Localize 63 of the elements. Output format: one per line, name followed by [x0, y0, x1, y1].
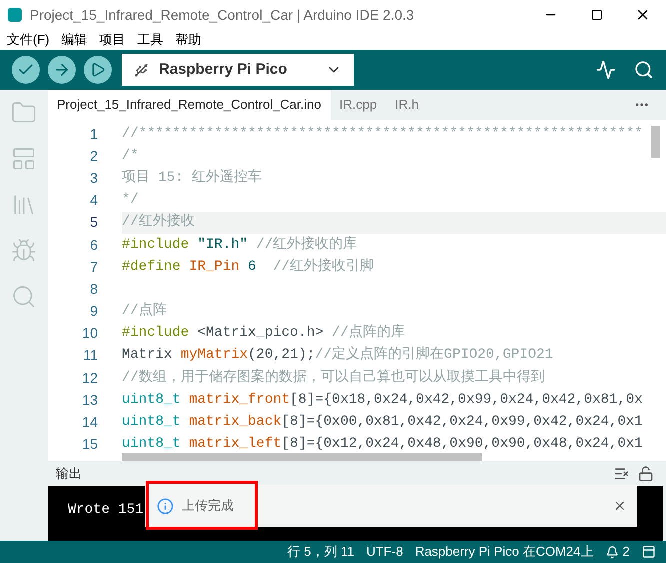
code-line: /*	[122, 146, 139, 166]
file-tab[interactable]: IR.cpp	[330, 90, 386, 120]
arrow-right-icon	[53, 61, 71, 79]
menu-item[interactable]: 文件(F)	[7, 30, 50, 50]
code-line: */	[122, 191, 139, 210]
line-number: 15	[81, 435, 98, 454]
code-line: //点阵	[122, 302, 167, 322]
menu-item[interactable]: 编辑	[62, 30, 88, 50]
code-line: //数组，用于储存图案的数据，可以自己算也可以从取摸工具中得到	[122, 368, 545, 388]
line-number: 3	[89, 168, 98, 188]
output-line: Wrote 151	[68, 501, 144, 520]
board-connection: Raspberry Pi Pico 在COM24上	[415, 543, 594, 562]
line-number: 10	[81, 324, 98, 344]
upload-button[interactable]	[48, 56, 76, 84]
panel-icon[interactable]	[642, 545, 656, 559]
code-line: Matrix myMatrix(20,21);//定义点阵的引脚在GPIO20,GPIO21	[122, 345, 554, 366]
code-line: #include "IR.h" //红外接收的库	[122, 235, 358, 255]
encoding: UTF-8	[366, 543, 404, 562]
line-number: 6	[89, 236, 98, 255]
line-number: 9	[89, 302, 98, 322]
line-number: 14	[81, 413, 98, 432]
file-tab[interactable]: Project_15_Infrared_Remote_Control_Car.ino	[48, 90, 330, 120]
app-logo-icon	[8, 8, 22, 22]
notification-message: 上传完成	[182, 497, 234, 516]
clear-output-icon[interactable]	[614, 466, 630, 482]
window-title: Project_15_Infrared_Remote_Control_Car | Arduino IDE 2.0.3	[30, 6, 414, 25]
line-number: 8	[89, 280, 98, 299]
code-line: #include <Matrix_pico.h> //点阵的库	[122, 323, 405, 344]
close-notification-button[interactable]	[613, 499, 627, 513]
lock-icon[interactable]	[638, 466, 654, 482]
serial-plotter-button[interactable]	[596, 60, 616, 80]
line-number: 11	[82, 346, 98, 366]
line-number: 1	[89, 124, 98, 144]
menu-item[interactable]: 工具	[138, 30, 164, 50]
code-line: #define IR_Pin 6 //红外接收引脚	[122, 257, 374, 277]
debug-button[interactable]	[84, 56, 112, 84]
serial-monitor-button[interactable]	[634, 60, 654, 80]
code-line: uint8_t matrix_left[8]={0x12,0x24,0x48,0x90,0x90,0x48,0x24,0x1	[122, 435, 643, 454]
line-number: 5	[89, 213, 98, 232]
notification-count: 2	[622, 543, 630, 562]
info-icon	[157, 498, 174, 514]
bell-icon[interactable]	[606, 546, 619, 558]
code-line: //************************************************************	[122, 124, 643, 144]
usb-icon	[134, 62, 149, 78]
code-line: //红外接收	[122, 212, 195, 232]
vertical-scrollbar	[651, 126, 660, 158]
code-line: uint8_t matrix_back[8]={0x00,0x81,0x42,0x24,0x99,0x42,0x24,0x1	[122, 413, 643, 432]
line-number: 2	[89, 146, 98, 166]
line-number: 13	[81, 390, 98, 410]
line-number: 12	[81, 368, 98, 388]
play-icon	[90, 62, 106, 78]
code-line: uint8_t matrix_front[8]={0x18,0x24,0x42,0x99,0x24,0x42,0x81,0x	[122, 390, 643, 410]
file-tab[interactable]: IR.h	[386, 90, 428, 120]
menu-item[interactable]: 帮助	[176, 30, 202, 50]
board-selector[interactable]: Raspberry Pi Pico	[122, 54, 354, 86]
output-title: 输出	[56, 464, 82, 483]
verify-button[interactable]	[12, 56, 40, 84]
cursor-position: 行 5，列 11	[288, 543, 354, 562]
line-number: 4	[89, 191, 98, 210]
line-number: 7	[89, 258, 98, 277]
menu-item[interactable]: 项目	[100, 30, 126, 50]
code-line: 项目 15: 红外遥控车	[122, 168, 262, 188]
maximize-icon	[591, 9, 603, 21]
